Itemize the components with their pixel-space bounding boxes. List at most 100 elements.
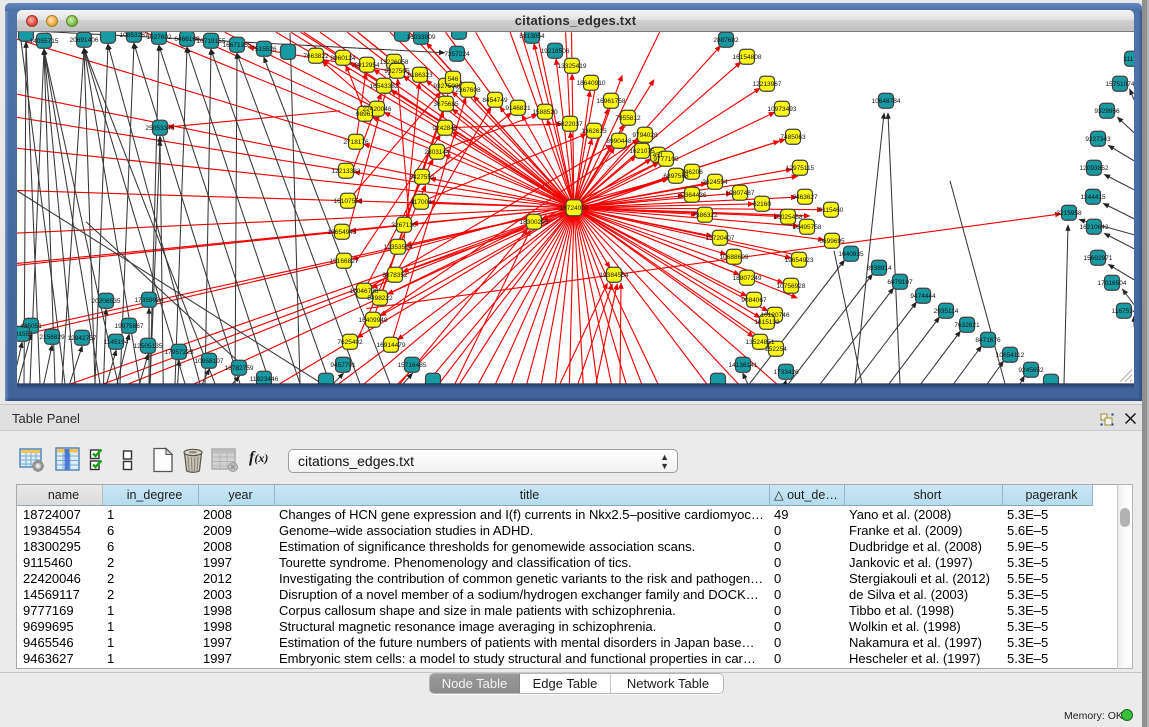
svg-text:10688609: 10688609 (720, 253, 749, 260)
svg-text:1733426: 1733426 (773, 368, 799, 375)
svg-text:7663822: 7663822 (303, 52, 329, 59)
svg-text:7515526: 7515526 (251, 45, 277, 52)
svg-text:8938914: 8938914 (866, 264, 892, 271)
svg-text:1362615: 1362615 (581, 127, 607, 134)
svg-text:9329966: 9329966 (1094, 107, 1120, 114)
svg-text:746206: 746206 (681, 168, 703, 175)
svg-text:17016504: 17016504 (1098, 279, 1127, 286)
svg-text:12942757: 12942757 (68, 334, 97, 341)
svg-text:12213967: 12213967 (753, 80, 782, 87)
svg-text:1615132: 1615132 (754, 318, 780, 325)
svg-text:9794028: 9794028 (632, 131, 658, 138)
svg-text:13325419: 13325419 (558, 62, 587, 69)
svg-text:18640910: 18640910 (577, 79, 606, 86)
svg-text:8912954: 8912954 (354, 61, 380, 68)
svg-text:1588520: 1588520 (532, 108, 558, 115)
svg-text:14136141: 14136141 (729, 361, 758, 368)
svg-text:3267130: 3267130 (391, 221, 417, 228)
svg-text:10958107: 10958107 (195, 357, 224, 364)
svg-text:8960124: 8960124 (330, 54, 356, 61)
svg-text:10853287: 10853287 (120, 32, 149, 39)
svg-text:16107553: 16107553 (334, 197, 363, 204)
svg-text:16154808: 16154808 (733, 53, 762, 60)
svg-text:1145194: 1145194 (104, 338, 129, 345)
svg-text:8454749: 8454749 (482, 96, 508, 103)
svg-text:19166827: 19166827 (330, 257, 359, 264)
svg-text:18300295: 18300295 (520, 218, 549, 225)
svg-text:10719155: 10719155 (197, 37, 226, 44)
svg-text:417004: 417004 (410, 198, 432, 205)
svg-text:1527602: 1527602 (146, 33, 172, 40)
svg-text:2887682: 2887682 (713, 36, 739, 43)
svg-text:8186323: 8186323 (407, 71, 433, 78)
svg-text:16409948: 16409948 (359, 316, 388, 323)
svg-text:9242848: 9242848 (432, 124, 458, 131)
svg-text:11171: 11171 (1123, 55, 1134, 62)
svg-text:14055715: 14055715 (30, 37, 59, 44)
svg-text:2803144: 2803144 (424, 148, 450, 155)
svg-text:3215958: 3215958 (1056, 209, 1082, 216)
svg-text:12505135: 12505135 (134, 342, 163, 349)
svg-text:435051: 435051 (20, 322, 42, 329)
svg-text:7485063: 7485063 (780, 133, 806, 140)
svg-text:8813054: 8813054 (519, 32, 545, 39)
svg-text:16671355: 16671355 (223, 41, 252, 48)
svg-text:98961: 98961 (356, 110, 374, 117)
svg-text:9084067: 9084067 (741, 296, 767, 303)
svg-text:15692971: 15692971 (1084, 254, 1113, 261)
svg-text:546: 546 (448, 75, 459, 82)
svg-text:10120746: 10120746 (761, 311, 790, 318)
svg-text:8427552: 8427552 (409, 173, 435, 180)
svg-text:9245652: 9245652 (1018, 366, 1044, 373)
svg-text:9227343: 9227343 (1085, 135, 1111, 142)
svg-text:13226058: 13226058 (380, 58, 409, 65)
svg-text:16210643: 16210643 (1080, 223, 1109, 230)
svg-text:19384554: 19384554 (600, 271, 629, 278)
svg-text:20206535: 20206535 (92, 297, 121, 304)
svg-text:15751074: 15751074 (1106, 80, 1134, 87)
svg-text:7632621: 7632621 (954, 321, 980, 328)
svg-text:1640935: 1640935 (838, 250, 864, 257)
svg-text:7625402: 7625402 (337, 338, 363, 345)
svg-text:19654923: 19654923 (785, 256, 814, 263)
svg-text:391551: 391551 (17, 330, 33, 337)
svg-text:10756928: 10756928 (777, 282, 806, 289)
svg-text:1621075: 1621075 (629, 147, 655, 154)
svg-text:8990448: 8990448 (606, 137, 632, 144)
svg-text:9327505: 9327505 (384, 67, 410, 74)
svg-text:16914479: 16914479 (377, 341, 406, 348)
svg-text:16782759: 16782759 (225, 364, 254, 371)
svg-text:10025458: 10025458 (774, 213, 803, 220)
svg-text:2156829: 2156829 (39, 333, 65, 340)
svg-text:2367608: 2367608 (455, 86, 481, 93)
svg-text:9463627: 9463627 (792, 193, 818, 200)
svg-text:16033809: 16033809 (407, 33, 436, 40)
svg-text:12975115: 12975115 (786, 164, 815, 171)
svg-text:252254: 252254 (765, 345, 787, 352)
svg-text:18807249: 18807249 (733, 274, 762, 281)
svg-text:6879197: 6879197 (887, 278, 913, 285)
svg-text:11923446: 11923446 (250, 375, 279, 382)
svg-text:15716485: 15716485 (398, 361, 427, 368)
svg-text:1167534: 1167534 (1112, 307, 1134, 314)
svg-text:7386322: 7386322 (692, 211, 718, 218)
svg-text:8878352: 8878352 (382, 271, 408, 278)
svg-text:16543382: 16543382 (370, 82, 399, 89)
svg-text:10046738: 10046738 (350, 287, 379, 294)
svg-text:10648784: 10648784 (872, 97, 901, 104)
svg-text:2718176: 2718176 (343, 138, 369, 145)
svg-text:12353594: 12353594 (384, 243, 413, 250)
svg-text:5822037: 5822037 (557, 120, 583, 127)
svg-text:19975867: 19975867 (115, 322, 144, 329)
svg-text:2935114: 2935114 (934, 307, 959, 314)
svg-text:7357224: 7357224 (444, 50, 470, 57)
svg-text:9115460: 9115460 (819, 206, 844, 213)
svg-text:7955812: 7955812 (615, 114, 641, 121)
svg-text:1244415: 1244415 (1080, 193, 1106, 200)
svg-text:10807487: 10807487 (726, 189, 755, 196)
svg-text:12093852: 12093852 (1080, 164, 1109, 171)
svg-text:12213383: 12213383 (332, 167, 361, 174)
svg-text:8471676: 8471676 (975, 336, 1001, 343)
svg-text:3624554: 3624554 (702, 178, 728, 185)
svg-text:17957225: 17957225 (165, 348, 194, 355)
